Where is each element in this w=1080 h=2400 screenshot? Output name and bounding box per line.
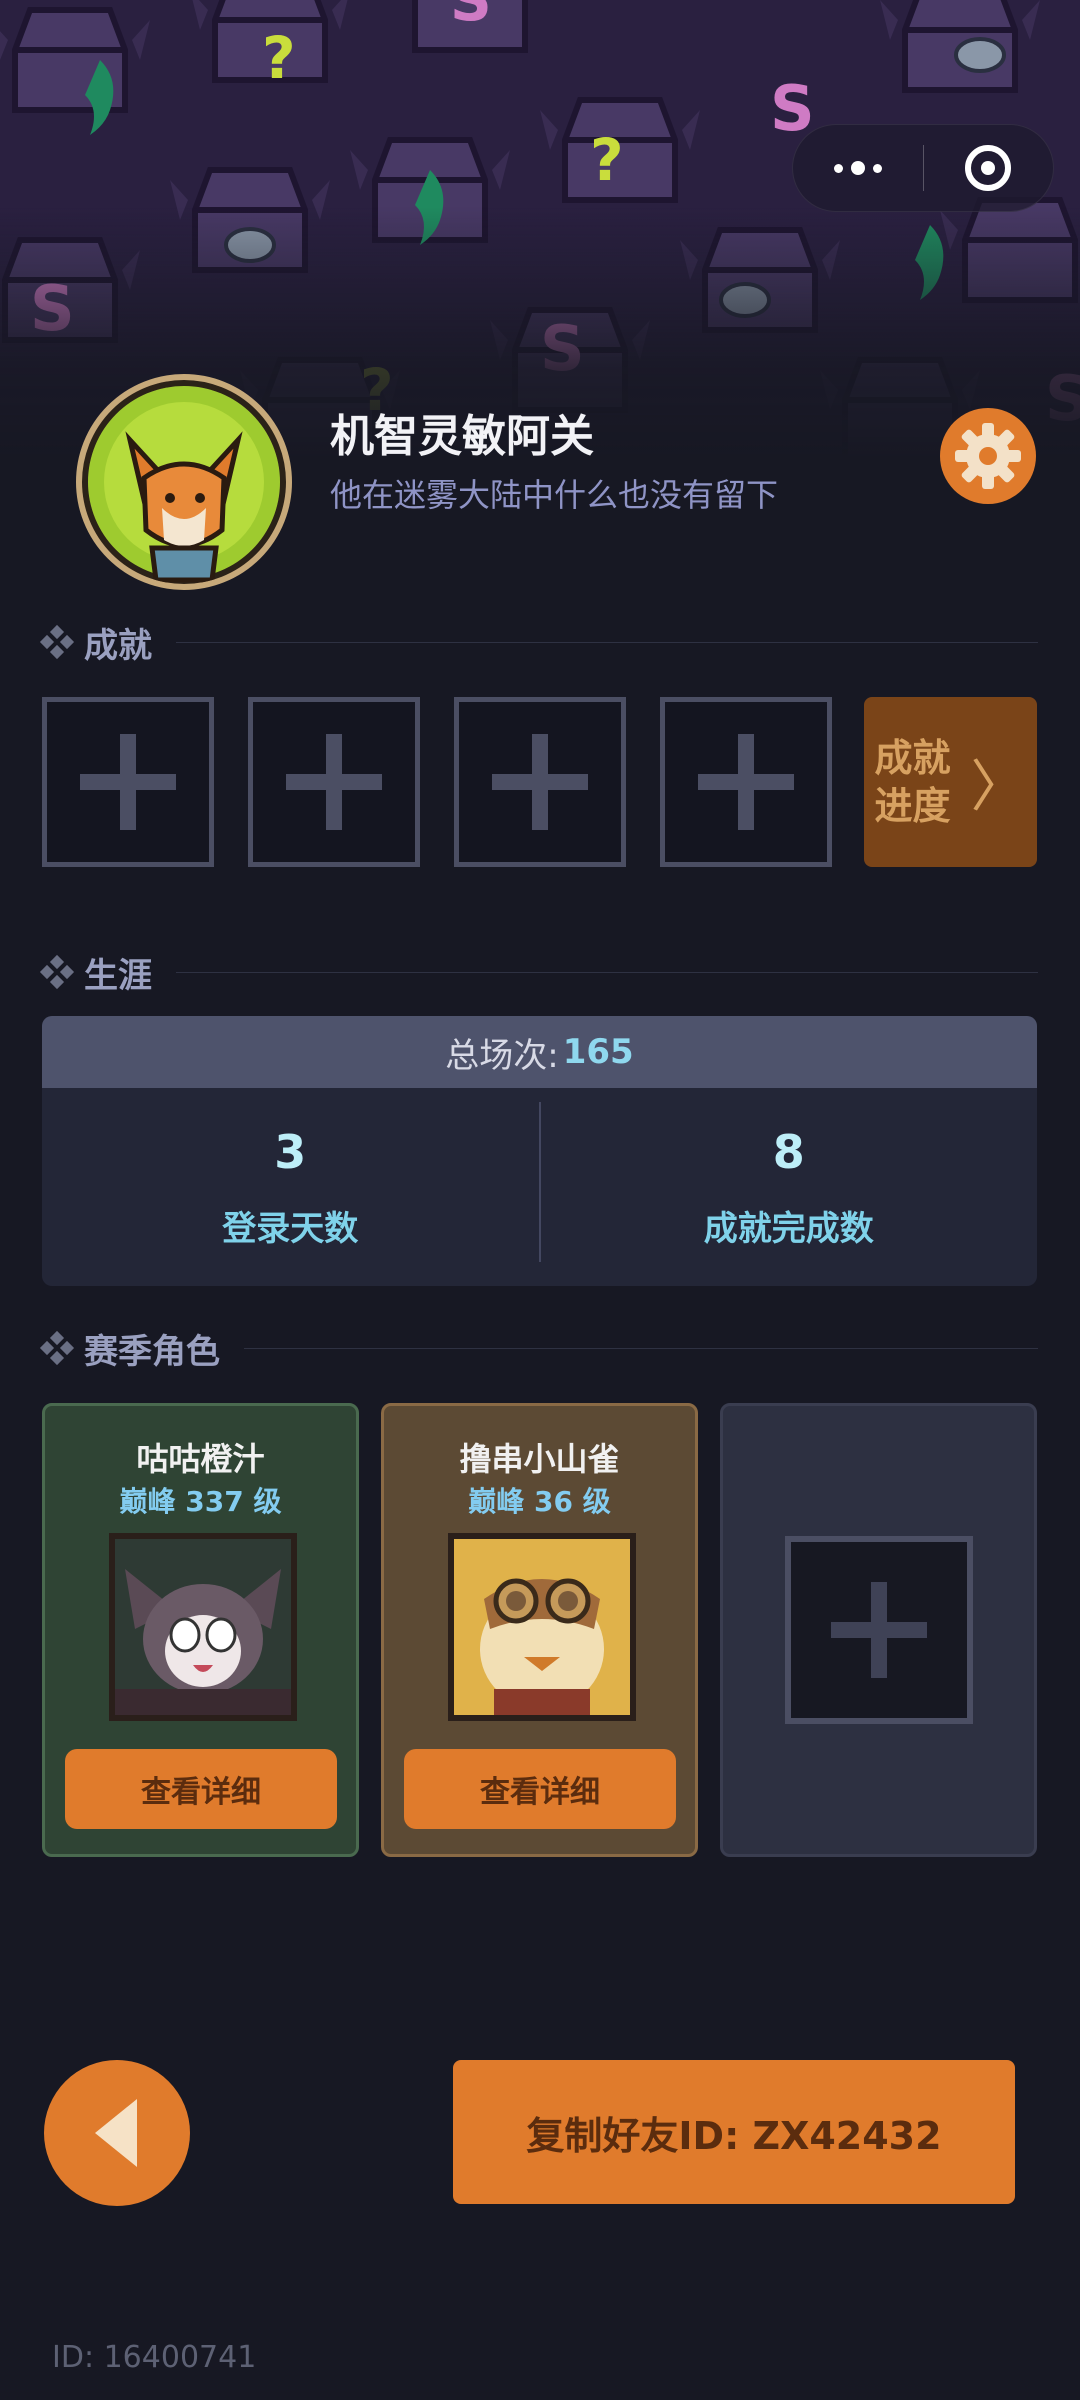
character-level: 巅峰 337 级 (119, 1485, 282, 1518)
stat-label: 成就完成数 (703, 1208, 874, 1249)
player-name: 机智灵敏阿关 (330, 411, 594, 462)
section-divider (176, 641, 1038, 643)
fox-avatar-icon[interactable] (76, 374, 292, 590)
owl-character-portrait (109, 1533, 297, 1721)
section-title: 生涯 (84, 955, 152, 996)
view-detail-button[interactable]: 查看详细 (404, 1749, 676, 1829)
plus-icon (286, 734, 382, 830)
chevron-right-icon: 〉 (970, 754, 1027, 820)
plus-icon (492, 734, 588, 830)
miniprogram-capsule (792, 124, 1054, 212)
section-divider (244, 1347, 1038, 1349)
career-section-header: 生涯 (39, 950, 1038, 996)
section-title: 赛季角色 (84, 1331, 220, 1372)
total-matches-label: 总场次: (445, 1035, 559, 1076)
copy-friend-id-button[interactable]: 复制好友ID: ZX42432 (453, 2060, 1015, 2204)
total-matches-bar: 总场次: 165 (42, 1016, 1037, 1088)
back-button[interactable] (44, 2060, 190, 2206)
diamond-bullet-icon (39, 1330, 75, 1366)
more-button[interactable] (793, 124, 923, 212)
achievement-progress-button[interactable]: 成就 进度 〉 (864, 697, 1037, 867)
plus-icon (80, 734, 176, 830)
target-circle-icon (965, 145, 1012, 191)
season-section-header: 赛季角色 (39, 1326, 1038, 1372)
character-name: 咕咕橙汁 (136, 1440, 265, 1478)
gear-icon (955, 423, 1021, 489)
character-level: 巅峰 36 级 (468, 1485, 611, 1518)
career-stats-panel: 总场次: 165 3 登录天数 8 成就完成数 (42, 1016, 1037, 1286)
diamond-bullet-icon (39, 954, 75, 990)
player-motto: 他在迷雾大陆中什么也没有留下 (330, 476, 779, 514)
achievement-slot-2[interactable] (248, 697, 420, 867)
user-id-label: ID: 16400741 (52, 2340, 257, 2375)
stat-value: 3 (274, 1124, 307, 1179)
settings-button[interactable] (940, 408, 1036, 504)
total-matches-value: 165 (562, 1032, 634, 1072)
close-miniprogram-button[interactable] (923, 124, 1053, 212)
achievements-section-header: 成就 (39, 620, 1038, 666)
plus-icon (830, 1582, 927, 1678)
achievement-progress-label: 成就 进度 (874, 736, 951, 828)
more-dots-icon (833, 161, 882, 175)
achievement-slot-3[interactable] (454, 697, 626, 867)
diamond-bullet-icon (39, 624, 75, 660)
stat-value: 8 (772, 1124, 805, 1179)
stat-achievements-done: 8 成就完成数 (541, 1088, 1038, 1286)
plus-icon (698, 734, 794, 830)
achievement-slot-4[interactable] (660, 697, 832, 867)
stat-label: 登录天数 (222, 1208, 359, 1249)
achievement-slot-1[interactable] (42, 697, 214, 867)
section-divider (176, 971, 1038, 973)
empty-character-card[interactable] (720, 1403, 1037, 1857)
season-character-card: 咕咕橙汁 巅峰 337 级 查看详细 (42, 1403, 359, 1857)
add-character-slot (784, 1536, 973, 1724)
season-character-card: 撸串小山雀 巅峰 36 级 查看详细 (381, 1403, 698, 1857)
bird-character-portrait (448, 1533, 636, 1721)
character-name: 撸串小山雀 (459, 1440, 620, 1478)
back-arrow-icon (95, 2099, 137, 2167)
view-detail-button[interactable]: 查看详细 (65, 1749, 337, 1829)
section-title: 成就 (84, 625, 152, 666)
stat-login-days: 3 登录天数 (42, 1088, 539, 1286)
